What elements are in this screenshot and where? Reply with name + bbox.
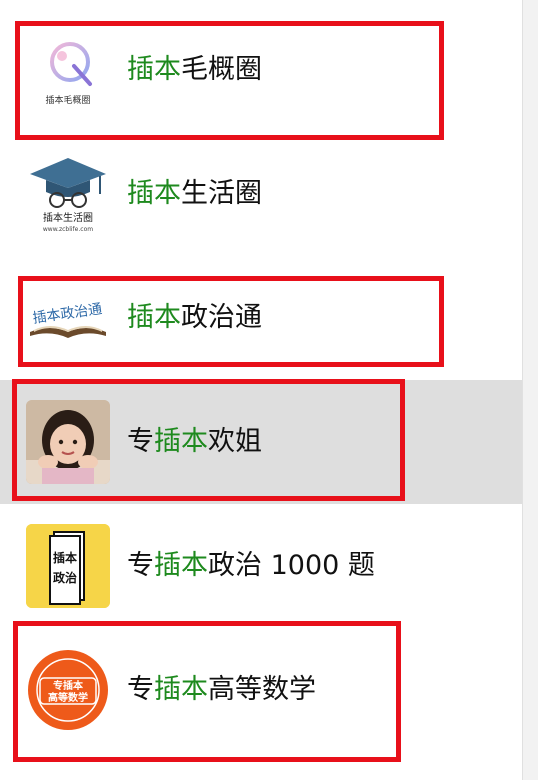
avatar-label: 插本生活圈 (43, 211, 93, 224)
graduation-cap-icon: 插本生活圈 www.zcblife.com (26, 152, 110, 236)
list-item-shenghuo[interactable]: 插本生活圈 www.zcblife.com 插本生活圈 (0, 132, 522, 256)
avatar-label: 插本政治通 (32, 301, 104, 327)
item-title: 插本毛概圈 (127, 54, 262, 85)
orange-seal-icon: 专插本 高等数学 (26, 648, 110, 732)
list-item-zhengzhi-1000[interactable]: 插本 政治 专插本政治 1000 题 (0, 504, 522, 628)
list-item-zhengzhitong[interactable]: 插本政治通 插本政治通 (0, 256, 522, 380)
avatar-url: www.zcblife.com (43, 226, 93, 233)
book-line-2: 政治 (53, 570, 77, 585)
list-item-gaodeng-shuxue[interactable]: 专插本 高等数学 专插本高等数学 (0, 628, 522, 752)
item-title: 专插本欢姐 (127, 426, 262, 457)
book-cover-icon: 插本 政治 (26, 524, 110, 608)
book-line-1: 插本 (53, 550, 77, 565)
account-list: 插本毛概圈 插本毛概圈 插本生活圈 www.zcblife.com 插本生活圈 (0, 0, 523, 780)
open-book-icon: 插本政治通 (26, 276, 110, 360)
list-item-huanjie[interactable]: 专插本欢姐 (0, 380, 522, 504)
item-title: 专插本政治 1000 题 (127, 550, 375, 581)
seal-line-1: 专插本 (53, 679, 84, 692)
q-logo-icon: 插本毛概圈 (26, 28, 110, 112)
item-title: 专插本高等数学 (127, 674, 316, 705)
child-photo-icon (26, 400, 110, 484)
seal-line-2: 高等数学 (48, 691, 88, 704)
item-title: 插本生活圈 (127, 178, 262, 209)
avatar-label: 插本毛概圈 (45, 94, 90, 106)
item-title: 插本政治通 (127, 302, 262, 333)
list-item-maogai[interactable]: 插本毛概圈 插本毛概圈 (0, 8, 522, 132)
scrollbar-track[interactable] (523, 0, 538, 780)
